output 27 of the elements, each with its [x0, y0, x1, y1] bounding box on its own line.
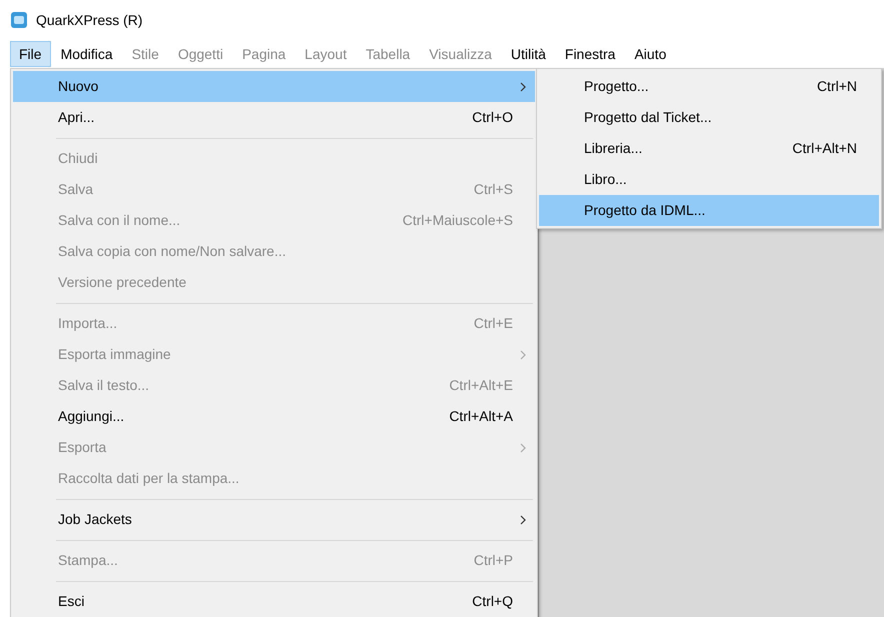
- shortcut-label: Ctrl+N: [816, 77, 857, 96]
- menu-item[interactable]: Esci Ctrl+Q: [13, 586, 535, 617]
- menu-item[interactable]: Progetto da IDML...: [539, 195, 879, 226]
- shortcut-label: Ctrl+S: [474, 180, 513, 199]
- menu-bar-item[interactable]: Modifica: [52, 41, 122, 67]
- shortcut-label: Ctrl+Maiuscole+S: [402, 211, 513, 230]
- shortcut-label: Ctrl+Alt+A: [449, 407, 513, 426]
- menu-bar-item[interactable]: Finestra: [556, 41, 624, 67]
- menu-item[interactable]: Progetto... Ctrl+N: [539, 71, 879, 102]
- menu-item[interactable]: Progetto dal Ticket...: [539, 102, 879, 133]
- shortcut-label: Ctrl+Alt+N: [792, 139, 857, 158]
- window-title: QuarkXPress (R): [36, 10, 143, 30]
- menu-item[interactable]: Apri... Ctrl+O: [13, 102, 535, 133]
- menu-item[interactable]: Job Jackets: [13, 504, 535, 535]
- menu-bar-item[interactable]: File: [10, 41, 51, 67]
- menu-item[interactable]: Nuovo: [13, 71, 535, 102]
- menu-item[interactable]: Libro...: [539, 164, 879, 195]
- shortcut-label: Ctrl+Q: [472, 592, 513, 611]
- menu-item[interactable]: Libreria... Ctrl+Alt+N: [539, 133, 879, 164]
- menu-bar-item[interactable]: Aiuto: [625, 41, 676, 67]
- menu-bar-item[interactable]: Utilità: [502, 41, 555, 67]
- shortcut-label: Ctrl+O: [472, 108, 513, 127]
- app-icon: [10, 11, 28, 29]
- shortcut-label: Ctrl+P: [474, 551, 513, 570]
- shortcut-label: Ctrl+Alt+E: [449, 376, 513, 395]
- menu-item[interactable]: Aggiungi... Ctrl+Alt+A: [13, 401, 535, 432]
- shortcut-label: Ctrl+E: [474, 314, 513, 333]
